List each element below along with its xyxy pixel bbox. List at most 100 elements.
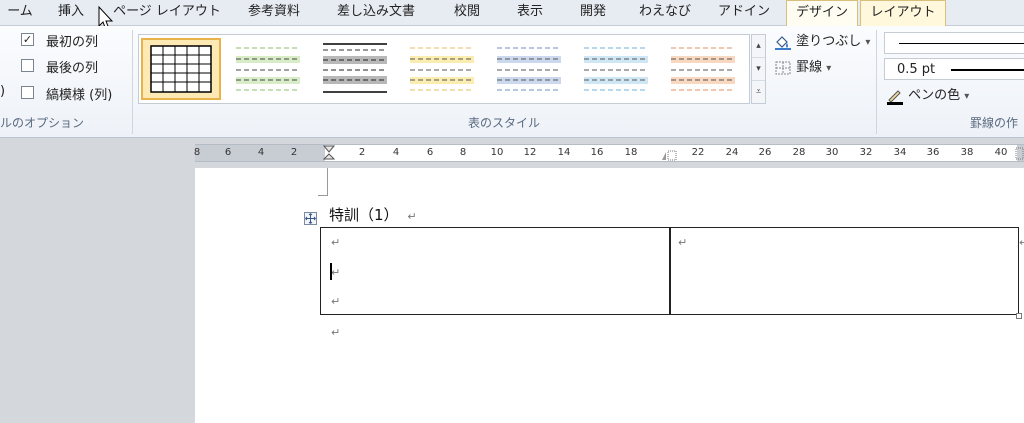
column-marker-icon[interactable] bbox=[661, 149, 677, 161]
ruler-label: 8 bbox=[193, 147, 201, 158]
cell-paragraph-mark: ↵ bbox=[331, 236, 341, 249]
pen-color-button[interactable]: ペンの色 ▾ bbox=[886, 86, 969, 106]
paint-bucket-icon bbox=[775, 35, 791, 50]
group-divider bbox=[876, 30, 877, 134]
row-end-mark: ↵ bbox=[1019, 236, 1024, 249]
green-table-icon bbox=[236, 47, 300, 91]
line-weight-select[interactable]: 0.5 pt bbox=[884, 58, 1024, 80]
pen-color-label: ペンの色 bbox=[908, 88, 961, 103]
pen-icon bbox=[887, 89, 903, 105]
tab-design[interactable]: デザイン bbox=[786, 0, 858, 27]
ruler-label: 12 bbox=[523, 147, 537, 158]
line-style-select[interactable] bbox=[884, 32, 1024, 54]
margin-corner-mark bbox=[318, 168, 328, 196]
table-style-blue[interactable] bbox=[489, 38, 569, 100]
borders-dropdown-icon: ▾ bbox=[826, 63, 832, 74]
cut-paren: ) bbox=[0, 84, 6, 99]
table-styles-gallery[interactable] bbox=[138, 34, 750, 104]
group-divider bbox=[132, 30, 133, 134]
gallery-scroll-up-icon[interactable]: ▴ bbox=[752, 35, 765, 58]
last-column-option[interactable]: 最後の列 bbox=[0, 56, 130, 76]
borders-icon bbox=[775, 61, 791, 74]
ruler-label: 2 bbox=[358, 147, 366, 158]
document-title: 特訓（1） ↵ bbox=[329, 204, 417, 225]
ruler-label: 32 bbox=[859, 147, 873, 158]
ruler-label: 38 bbox=[960, 147, 974, 158]
pen-color-dropdown-icon: ▾ bbox=[964, 91, 970, 102]
first-column-checkbox[interactable]: ✓ bbox=[21, 33, 34, 46]
table-column-divider[interactable] bbox=[669, 228, 671, 314]
horizontal-ruler[interactable]: 8 6 4 2 2 4 6 8 10 12 14 16 18 22 24 26 … bbox=[193, 144, 1024, 162]
ruler-label: 34 bbox=[893, 147, 907, 158]
ruler-label: 28 bbox=[792, 147, 806, 158]
indent-marker-icon[interactable] bbox=[323, 145, 335, 162]
tab-waenavi[interactable]: わえなび bbox=[632, 0, 698, 26]
table-style-yellow[interactable] bbox=[402, 38, 482, 100]
shading-label: 塗りつぶし bbox=[796, 34, 862, 49]
document-table[interactable] bbox=[320, 227, 1019, 315]
blue-table-icon bbox=[497, 47, 561, 91]
ruler-label: 24 bbox=[725, 147, 739, 158]
ruler-label: 14 bbox=[557, 147, 571, 158]
shading-button[interactable]: 塗りつぶし ▾ bbox=[774, 32, 870, 52]
banded-columns-label: 縞模様 (列) bbox=[46, 88, 113, 103]
ribbon-tab-bar: ーム 挿入 ページ レイアウト 参考資料 差し込み文書 校閲 表示 開発 わえな… bbox=[0, 0, 1024, 31]
table-style-green[interactable] bbox=[228, 38, 308, 100]
last-column-checkbox[interactable] bbox=[21, 59, 34, 72]
ruler-label: 18 bbox=[624, 147, 638, 158]
last-column-label: 最後の列 bbox=[46, 61, 99, 76]
grey-table-icon bbox=[323, 43, 387, 93]
options-group-label: ルのオプション bbox=[0, 116, 85, 130]
move-arrows-icon bbox=[305, 213, 316, 224]
table-style-light-blue[interactable] bbox=[576, 38, 656, 100]
ruler-label: 10 bbox=[490, 147, 504, 158]
tab-home[interactable]: ーム bbox=[0, 0, 40, 26]
cell-paragraph-mark: ↵ bbox=[331, 295, 341, 308]
tab-review[interactable]: 校閲 bbox=[442, 0, 492, 26]
ruler-label: 6 bbox=[224, 147, 232, 158]
ruler-label: 4 bbox=[392, 147, 400, 158]
gallery-more-icon[interactable]: ⩡ bbox=[752, 81, 765, 104]
text-cursor bbox=[330, 263, 332, 280]
orange-table-icon bbox=[671, 47, 735, 91]
tab-developer[interactable]: 開発 bbox=[568, 0, 618, 26]
shading-dropdown-icon: ▾ bbox=[865, 37, 871, 48]
borders-button[interactable]: 罫線 ▾ bbox=[774, 58, 831, 78]
document-title-text: 特訓（1） bbox=[329, 206, 399, 224]
gallery-scrollbar[interactable]: ▴ ▾ ⩡ bbox=[751, 34, 766, 104]
table-resize-handle[interactable] bbox=[1016, 313, 1022, 319]
table-style-grid[interactable] bbox=[141, 38, 221, 100]
table-style-grey[interactable] bbox=[315, 38, 395, 100]
gallery-scroll-down-icon[interactable]: ▾ bbox=[752, 58, 765, 81]
grid-table-icon bbox=[150, 45, 212, 93]
banded-columns-option[interactable]: ) 縞模様 (列) bbox=[0, 83, 130, 103]
ruler-label: 30 bbox=[825, 147, 839, 158]
right-indent-icon[interactable] bbox=[1015, 147, 1024, 160]
banded-columns-checkbox[interactable] bbox=[21, 86, 34, 99]
tab-layout[interactable]: レイアウト bbox=[860, 0, 946, 27]
ruler-label: 40 bbox=[994, 147, 1008, 158]
tab-references[interactable]: 参考資料 bbox=[238, 0, 310, 26]
ruler-label: 8 bbox=[459, 147, 467, 158]
tab-addins[interactable]: アドイン bbox=[712, 0, 776, 26]
table-move-handle[interactable] bbox=[304, 212, 317, 225]
tab-view[interactable]: 表示 bbox=[505, 0, 555, 26]
light-blue-table-icon bbox=[584, 47, 648, 91]
table-style-orange[interactable] bbox=[663, 38, 743, 100]
cell-paragraph-mark: ↵ bbox=[678, 236, 688, 249]
tab-page-layout[interactable]: ページ レイアウト bbox=[112, 0, 222, 26]
ribbon-design: ✓ 最初の列 最後の列 ) 縞模様 (列) ルのオプション ▴ ▾ ⩡ 表のスタ… bbox=[0, 26, 1024, 138]
paragraph-mark: ↵ bbox=[331, 326, 341, 339]
ruler-label: 4 bbox=[257, 147, 265, 158]
first-column-option[interactable]: ✓ 最初の列 bbox=[0, 30, 130, 50]
tab-insert[interactable]: 挿入 bbox=[46, 0, 96, 26]
line-weight-value: 0.5 pt bbox=[897, 62, 936, 77]
ruler-label: 16 bbox=[590, 147, 604, 158]
tab-mailings[interactable]: 差し込み文書 bbox=[326, 0, 426, 26]
styles-group-label: 表のスタイル bbox=[468, 116, 541, 130]
draw-borders-group-label: 罫線の作 bbox=[970, 116, 1019, 130]
ruler-label: 22 bbox=[691, 147, 705, 158]
ruler-label: 36 bbox=[926, 147, 940, 158]
paragraph-mark: ↵ bbox=[407, 210, 417, 223]
cell-paragraph-mark: ↵ bbox=[331, 266, 341, 279]
